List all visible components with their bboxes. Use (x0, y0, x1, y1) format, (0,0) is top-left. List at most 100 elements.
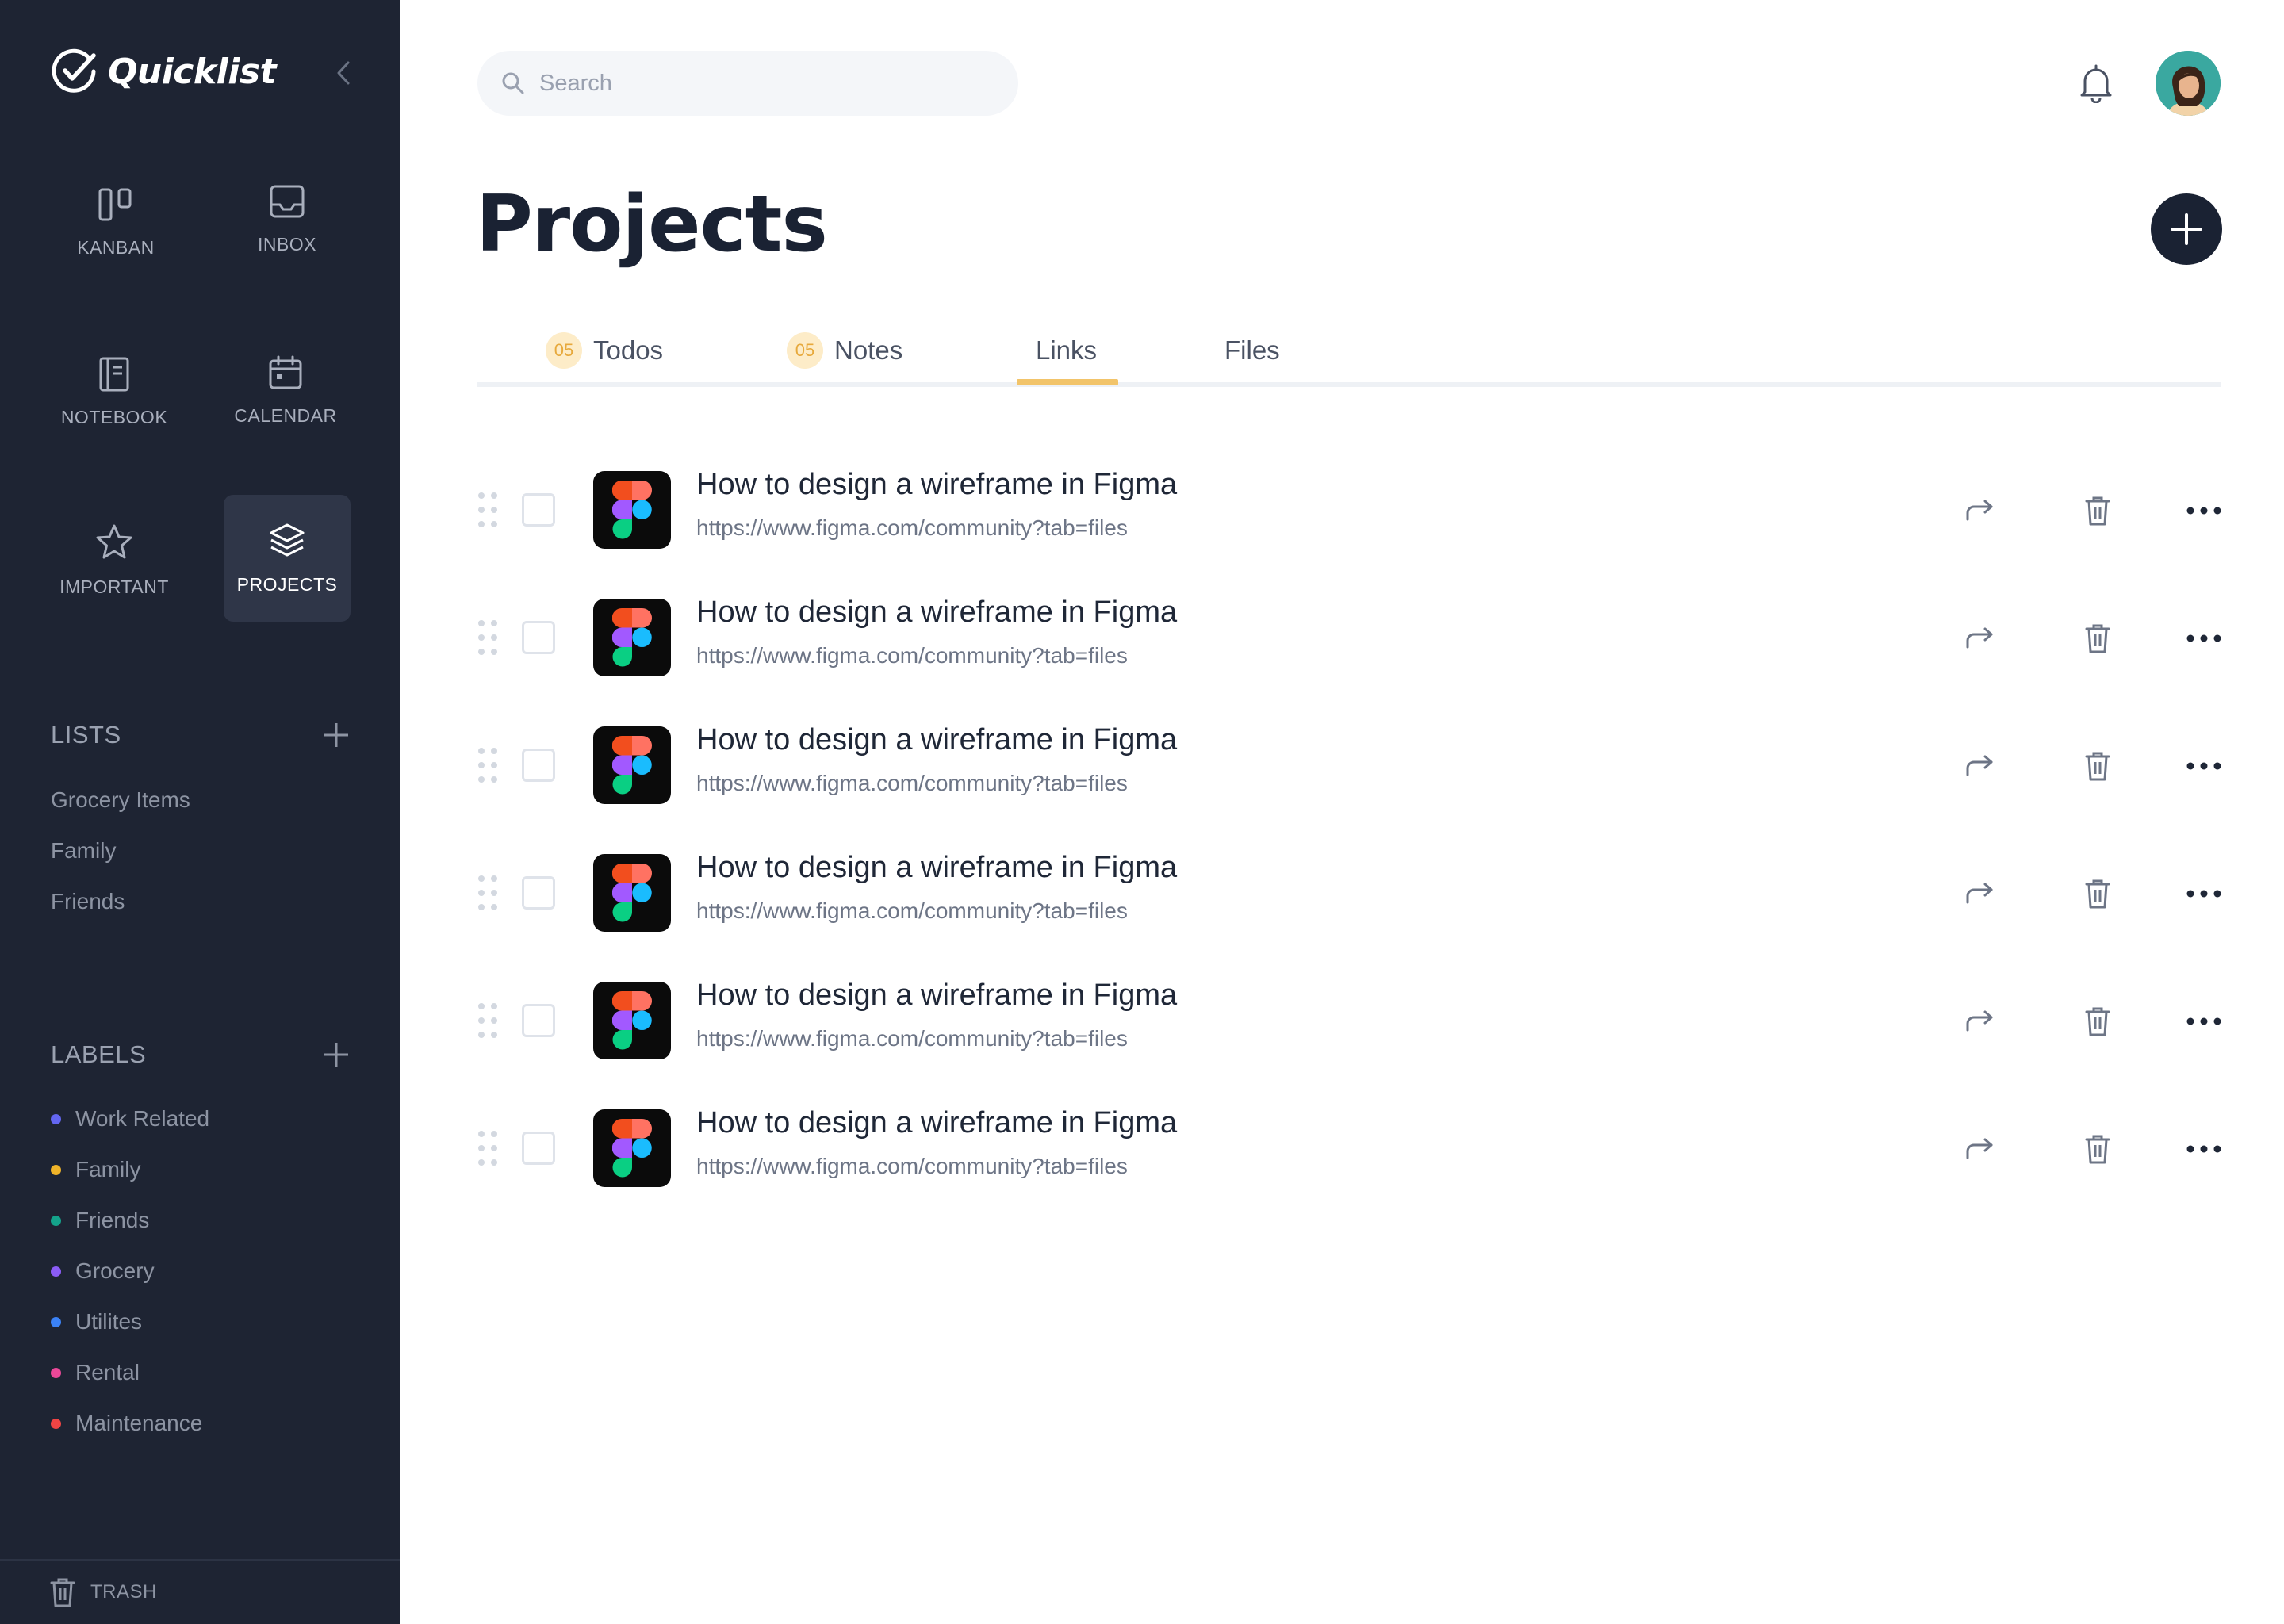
link-checkbox[interactable] (522, 876, 555, 910)
delete-button[interactable] (2076, 1002, 2119, 1040)
link-url[interactable]: https://www.figma.com/community?tab=file… (696, 771, 1128, 796)
plus-icon (2171, 213, 2202, 245)
trash-icon (50, 1578, 75, 1607)
figma-icon (612, 991, 652, 1050)
label-item-family[interactable]: Family (51, 1157, 140, 1182)
label-name: Family (75, 1157, 141, 1182)
link-url[interactable]: https://www.figma.com/community?tab=file… (696, 643, 1128, 668)
tab-files[interactable]: Files (1224, 325, 1280, 376)
tab-label: Files (1224, 335, 1280, 365)
tab-todos[interactable]: 05 Todos (546, 325, 663, 376)
trash-icon (2085, 1007, 2110, 1036)
delete-button[interactable] (2076, 1130, 2119, 1168)
sidebar: Quicklist KANBAN INBOX NOTEBOOK CALENDAR… (0, 0, 400, 1624)
more-options-button[interactable] (2182, 492, 2225, 530)
share-button[interactable] (1959, 492, 2002, 530)
label-name: Rental (75, 1360, 140, 1385)
tab-label: Notes (834, 335, 903, 365)
more-options-button[interactable] (2182, 1002, 2225, 1040)
nav-important[interactable]: IMPORTANT (51, 496, 178, 623)
label-item-friends[interactable]: Friends (51, 1208, 149, 1233)
more-options-button[interactable] (2182, 1130, 2225, 1168)
share-button[interactable] (1959, 747, 2002, 785)
link-checkbox[interactable] (522, 493, 555, 527)
link-row: How to design a wireframe in Figma https… (477, 723, 2222, 810)
list-item-family[interactable]: Family (51, 838, 116, 864)
link-checkbox[interactable] (522, 749, 555, 782)
link-url[interactable]: https://www.figma.com/community?tab=file… (696, 515, 1128, 541)
trash-button[interactable]: TRASH (0, 1559, 400, 1624)
notebook-icon (99, 357, 129, 391)
link-row: How to design a wireframe in Figma https… (477, 979, 2222, 1066)
drag-handle-icon[interactable] (477, 747, 500, 783)
nav-projects[interactable]: PROJECTS (224, 495, 351, 622)
link-row: How to design a wireframe in Figma https… (477, 1106, 2222, 1193)
tab-label: Links (1036, 335, 1098, 365)
app-logo[interactable]: Quicklist (49, 46, 277, 97)
link-checkbox[interactable] (522, 621, 555, 654)
drag-handle-icon[interactable] (477, 1130, 500, 1166)
figma-logo-thumbnail (593, 599, 671, 676)
figma-logo-thumbnail (593, 726, 671, 804)
add-project-button[interactable] (2151, 193, 2222, 265)
delete-button[interactable] (2076, 619, 2119, 657)
link-url[interactable]: https://www.figma.com/community?tab=file… (696, 1154, 1128, 1179)
delete-button[interactable] (2076, 875, 2119, 913)
share-arrow-icon (1966, 1010, 1993, 1032)
figma-logo-thumbnail (593, 1109, 671, 1187)
nav-notebook[interactable]: NOTEBOOK (51, 328, 178, 455)
delete-button[interactable] (2076, 492, 2119, 530)
lists-title: LISTS (51, 721, 121, 749)
labels-title: LABELS (51, 1040, 147, 1068)
label-color-dot (51, 1367, 61, 1378)
add-label-button[interactable] (320, 1039, 352, 1071)
label-item-work-related[interactable]: Work Related (51, 1106, 209, 1132)
avatar[interactable] (2156, 51, 2221, 116)
share-button[interactable] (1959, 1130, 2002, 1168)
list-item-friends[interactable]: Friends (51, 889, 125, 914)
drag-handle-icon[interactable] (477, 1002, 500, 1039)
more-options-button[interactable] (2182, 619, 2225, 657)
drag-handle-icon[interactable] (477, 619, 500, 656)
tab-count-badge: 05 (787, 332, 823, 369)
more-horizontal-icon (2186, 507, 2221, 515)
add-list-button[interactable] (320, 719, 352, 751)
delete-button[interactable] (2076, 747, 2119, 785)
link-checkbox[interactable] (522, 1004, 555, 1037)
more-options-button[interactable] (2182, 747, 2225, 785)
share-button[interactable] (1959, 619, 2002, 657)
collapse-sidebar-button[interactable] (331, 57, 355, 89)
more-options-button[interactable] (2182, 875, 2225, 913)
label-color-dot (51, 1266, 61, 1277)
tab-bar: 05 Todos 05 Notes Links Files (477, 314, 2221, 387)
label-item-rental[interactable]: Rental (51, 1360, 140, 1385)
search-input[interactable] (539, 70, 983, 97)
share-button[interactable] (1959, 875, 2002, 913)
link-title: How to design a wireframe in Figma (696, 596, 1178, 629)
link-title: How to design a wireframe in Figma (696, 851, 1178, 884)
label-item-grocery[interactable]: Grocery (51, 1258, 155, 1284)
drag-handle-icon[interactable] (477, 875, 500, 911)
label-item-maintenance[interactable]: Maintenance (51, 1411, 202, 1436)
link-checkbox[interactable] (522, 1132, 555, 1165)
nav-calendar[interactable]: CALENDAR (222, 327, 349, 454)
more-horizontal-icon (2186, 1017, 2221, 1025)
notifications-button[interactable] (2076, 62, 2116, 105)
drag-handle-icon[interactable] (477, 492, 500, 528)
nav-kanban[interactable]: KANBAN (52, 159, 179, 285)
app-name: Quicklist (108, 51, 277, 92)
share-button[interactable] (1959, 1002, 2002, 1040)
tab-links[interactable]: Links (1036, 325, 1097, 376)
figma-icon (612, 608, 652, 667)
layers-icon (270, 523, 305, 556)
more-horizontal-icon (2186, 890, 2221, 898)
label-item-utilites[interactable]: Utilites (51, 1309, 142, 1335)
tab-notes[interactable]: 05 Notes (787, 325, 902, 376)
link-url[interactable]: https://www.figma.com/community?tab=file… (696, 898, 1128, 924)
nav-inbox[interactable]: INBOX (224, 155, 351, 282)
link-url[interactable]: https://www.figma.com/community?tab=file… (696, 1026, 1128, 1051)
nav-label: PROJECTS (236, 573, 338, 595)
star-icon (96, 524, 132, 558)
inbox-icon (270, 185, 305, 217)
list-item-grocery-items[interactable]: Grocery Items (51, 787, 190, 813)
